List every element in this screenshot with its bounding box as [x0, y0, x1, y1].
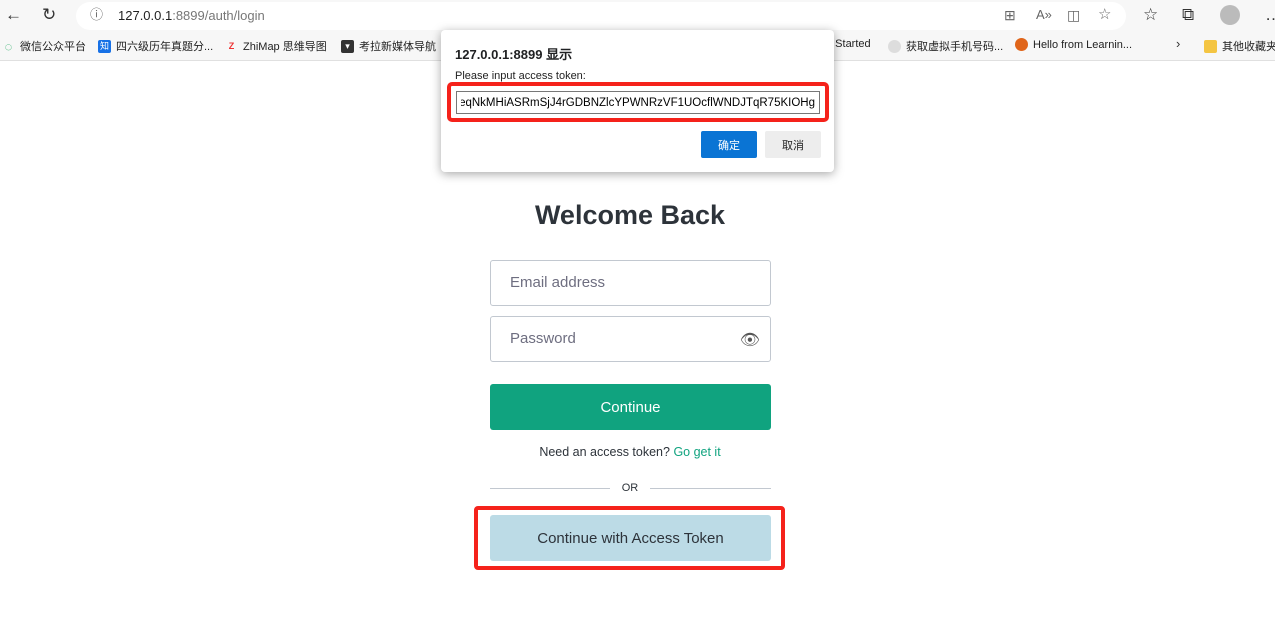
site-icon	[888, 39, 901, 53]
favorites-icon[interactable]: ☆	[1143, 6, 1158, 23]
or-label: OR	[621, 482, 639, 494]
eye-icon[interactable]: 👁	[740, 330, 760, 350]
ok-button[interactable]: 确定	[701, 131, 757, 158]
dialog-title: 127.0.0.1:8899 显示	[455, 47, 573, 62]
bookmark-label: 考拉新媒体导航	[359, 41, 436, 53]
bookmark-label: 四六级历年真题分...	[116, 41, 214, 53]
zhimap-icon: Z	[228, 40, 235, 51]
bookmark[interactable]: 知四六级历年真题分...	[98, 38, 213, 54]
bookmark-label: 获取虚拟手机号码...	[906, 41, 1004, 53]
email-input[interactable]: Email address	[490, 260, 771, 306]
email-placeholder: Email address	[510, 274, 606, 291]
bookmark-label: 微信公众平台	[20, 41, 86, 53]
site-icon	[1015, 38, 1028, 51]
password-placeholder: Password	[510, 330, 576, 347]
prompt-dialog: 127.0.0.1:8899 显示 Please input access to…	[441, 30, 834, 172]
password-input[interactable]: Password 👁	[490, 316, 771, 362]
wechat-icon: ◌	[4, 38, 13, 54]
add-favorite-icon[interactable]: ☆	[1098, 7, 1111, 22]
info-icon: ⓘ	[90, 7, 104, 22]
dialog-label: Please input access token:	[455, 70, 586, 82]
url-host: 127.0.0.1	[118, 8, 173, 23]
url-path: :8899/auth/login	[172, 8, 265, 23]
bookmark-label: Hello from Learnin...	[1033, 38, 1133, 51]
split-screen-icon[interactable]: ◫	[1067, 8, 1080, 22]
more-icon[interactable]: …	[1265, 6, 1275, 23]
back-icon[interactable]: ←	[5, 6, 22, 23]
bookmark-label: ZhiMap 思维导图	[243, 41, 327, 53]
profile-avatar[interactable]	[1220, 5, 1240, 25]
bookmark-folder[interactable]: 其他收藏夹	[1204, 38, 1275, 54]
continue-with-access-token-button[interactable]: Continue with Access Token	[490, 515, 771, 561]
continue-button[interactable]: Continue	[490, 384, 771, 430]
refresh-icon[interactable]: ↻	[42, 6, 56, 23]
folder-icon	[1204, 39, 1217, 53]
token-input[interactable]	[456, 91, 820, 114]
bookmark[interactable]: ▾ 考拉新媒体导航	[341, 38, 436, 54]
zhihu-icon: 知	[98, 39, 111, 53]
bookmark-label: 其他收藏夹	[1222, 41, 1275, 53]
cancel-button[interactable]: 取消	[765, 131, 821, 158]
koala-icon: ▾	[341, 39, 354, 53]
apps-icon[interactable]: ⊞	[1004, 8, 1016, 22]
bookmark[interactable]: 获取虚拟手机号码...	[888, 38, 1003, 54]
need-token-text: Need an access token? Go get it	[0, 445, 1260, 459]
go-get-it-link[interactable]: Go get it	[673, 445, 720, 459]
address-bar[interactable]: ⓘ 127.0.0.1:8899/auth/login ⊞ A» ◫ ☆	[76, 2, 1126, 30]
page-title: Welcome Back	[534, 200, 726, 230]
collections-icon[interactable]: ⧉	[1182, 6, 1194, 23]
read-aloud-icon[interactable]: A»	[1036, 8, 1052, 21]
url-text: 127.0.0.1:8899/auth/login	[118, 8, 265, 23]
chevron-right-icon[interactable]: ›	[1176, 37, 1180, 50]
divider	[650, 488, 771, 489]
need-token-label: Need an access token?	[539, 445, 670, 459]
bookmark[interactable]: Hello from Learnin...	[1015, 38, 1132, 51]
divider	[490, 488, 610, 489]
bookmark[interactable]: Z ZhiMap 思维导图	[225, 38, 327, 54]
bookmark[interactable]: ◌ 微信公众平台	[2, 38, 86, 54]
